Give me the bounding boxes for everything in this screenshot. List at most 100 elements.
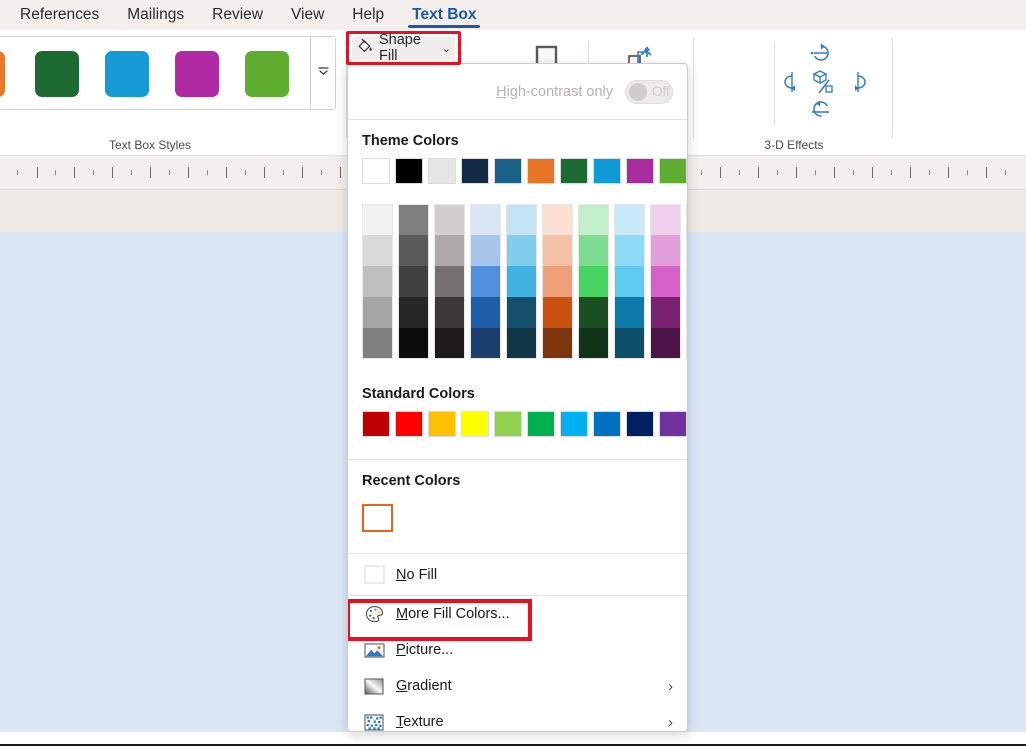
theme-color-variant-3-0[interactable] — [470, 204, 501, 235]
theme-color-variant-1-3[interactable] — [398, 297, 429, 328]
theme-color-variant-7-1[interactable] — [614, 235, 645, 266]
theme-color-base-5[interactable] — [527, 158, 555, 184]
theme-color-variant-5-4[interactable] — [542, 328, 573, 359]
standard-color-4[interactable] — [494, 411, 522, 437]
high-contrast-toggle[interactable]: Off — [625, 79, 673, 104]
standard-color-0[interactable] — [362, 411, 390, 437]
theme-color-variant-4-4[interactable] — [506, 328, 537, 359]
theme-color-base-3[interactable] — [461, 158, 489, 184]
textbox-style-swatch-green[interactable] — [32, 48, 82, 100]
tab-text-box[interactable]: Text Box — [398, 0, 490, 30]
shape-fill-button[interactable]: Shape Fill ⌄ — [352, 32, 455, 64]
theme-color-variant-3-2[interactable] — [470, 266, 501, 297]
theme-color-variant-5-1[interactable] — [542, 235, 573, 266]
picture-menu-item[interactable]: Picture... — [348, 632, 687, 668]
theme-color-variant-0-2[interactable] — [362, 266, 393, 297]
theme-color-variant-6-2[interactable] — [578, 266, 609, 297]
textbox-styles-gallery[interactable] — [0, 36, 312, 110]
theme-color-variant-5-2[interactable] — [542, 266, 573, 297]
textbox-style-swatch-purple[interactable] — [172, 48, 222, 100]
perspective-button[interactable] — [806, 68, 840, 98]
theme-color-base-4[interactable] — [494, 158, 522, 184]
standard-color-1[interactable] — [395, 411, 423, 437]
theme-color-variant-8-1[interactable] — [650, 235, 681, 266]
theme-color-variant-0-0[interactable] — [362, 204, 393, 235]
theme-color-variant-2-4[interactable] — [434, 328, 465, 359]
theme-color-variant-1-2[interactable] — [398, 266, 429, 297]
theme-color-variant-7-0[interactable] — [614, 204, 645, 235]
standard-color-2[interactable] — [428, 411, 456, 437]
tilt-right-button[interactable] — [842, 70, 874, 98]
theme-color-variant-9-4[interactable] — [686, 328, 687, 359]
standard-color-7[interactable] — [593, 411, 621, 437]
tab-view[interactable]: View — [277, 0, 338, 30]
theme-color-variant-7-3[interactable] — [614, 297, 645, 328]
theme-color-variant-6-0[interactable] — [578, 204, 609, 235]
textbox-style-swatch-blue[interactable] — [102, 48, 152, 100]
theme-color-base-8[interactable] — [626, 158, 654, 184]
shape-fill-dropdown[interactable]: High-contrast only Off Theme Colors Stan… — [347, 63, 688, 732]
theme-color-base-0[interactable] — [362, 158, 390, 184]
theme-color-variant-9-2[interactable] — [686, 266, 687, 297]
theme-color-variant-5-0[interactable] — [542, 204, 573, 235]
theme-color-variant-2-3[interactable] — [434, 297, 465, 328]
standard-colors-row[interactable] — [348, 411, 687, 437]
recent-color-swatch[interactable] — [362, 504, 393, 532]
theme-color-base-6[interactable] — [560, 158, 588, 184]
theme-color-variant-9-3[interactable] — [686, 297, 687, 328]
theme-color-variant-4-1[interactable] — [506, 235, 537, 266]
theme-color-variant-6-1[interactable] — [578, 235, 609, 266]
theme-color-variant-6-4[interactable] — [578, 328, 609, 359]
tab-review[interactable]: Review — [198, 0, 277, 30]
theme-color-variant-8-2[interactable] — [650, 266, 681, 297]
theme-color-variant-0-3[interactable] — [362, 297, 393, 328]
standard-color-6[interactable] — [560, 411, 588, 437]
theme-color-variant-7-2[interactable] — [614, 266, 645, 297]
theme-color-variant-3-3[interactable] — [470, 297, 501, 328]
rotate-down-button[interactable] — [804, 98, 838, 124]
standard-color-8[interactable] — [626, 411, 654, 437]
tab-mailings[interactable]: Mailings — [113, 0, 198, 30]
theme-color-base-1[interactable] — [395, 158, 423, 184]
more-fill-colors-menu-item[interactable]: More Fill Colors... — [348, 596, 687, 632]
theme-color-variant-4-0[interactable] — [506, 204, 537, 235]
theme-color-variant-2-0[interactable] — [434, 204, 465, 235]
tab-references[interactable]: References — [6, 0, 113, 30]
rotate-right-button[interactable] — [804, 42, 838, 68]
standard-color-5[interactable] — [527, 411, 555, 437]
theme-color-variant-6-3[interactable] — [578, 297, 609, 328]
tab-help[interactable]: Help — [338, 0, 398, 30]
tilt-left-button[interactable] — [776, 70, 808, 98]
theme-color-base-7[interactable] — [593, 158, 621, 184]
theme-color-variant-1-0[interactable] — [398, 204, 429, 235]
no-fill-menu-item[interactable]: No Fill — [348, 554, 687, 595]
theme-color-variant-8-3[interactable] — [650, 297, 681, 328]
textbox-style-swatch-orange[interactable] — [0, 48, 8, 100]
textbox-style-swatch-lightgreen[interactable] — [242, 48, 292, 100]
textbox-styles-more-button[interactable] — [310, 36, 336, 110]
standard-color-3[interactable] — [461, 411, 489, 437]
theme-color-variant-8-4[interactable] — [650, 328, 681, 359]
standard-color-9[interactable] — [659, 411, 687, 437]
theme-color-variant-9-0[interactable] — [686, 204, 687, 235]
theme-color-variant-4-3[interactable] — [506, 297, 537, 328]
theme-color-variant-9-1[interactable] — [686, 235, 687, 266]
theme-color-variant-1-1[interactable] — [398, 235, 429, 266]
theme-color-variant-2-1[interactable] — [434, 235, 465, 266]
theme-color-variant-2-2[interactable] — [434, 266, 465, 297]
gradient-menu-item[interactable]: Gradient › — [348, 668, 687, 704]
texture-menu-item[interactable]: Texture › — [348, 704, 687, 731]
theme-color-variant-3-1[interactable] — [470, 235, 501, 266]
theme-colors-variants-row[interactable] — [348, 204, 687, 359]
theme-color-variant-3-4[interactable] — [470, 328, 501, 359]
theme-color-variant-1-4[interactable] — [398, 328, 429, 359]
theme-color-base-2[interactable] — [428, 158, 456, 184]
theme-color-variant-0-1[interactable] — [362, 235, 393, 266]
theme-color-variant-7-4[interactable] — [614, 328, 645, 359]
theme-colors-base-row[interactable] — [348, 158, 687, 184]
theme-color-base-9[interactable] — [659, 158, 687, 184]
theme-color-variant-4-2[interactable] — [506, 266, 537, 297]
theme-color-variant-8-0[interactable] — [650, 204, 681, 235]
theme-color-variant-5-3[interactable] — [542, 297, 573, 328]
theme-color-variant-0-4[interactable] — [362, 328, 393, 359]
